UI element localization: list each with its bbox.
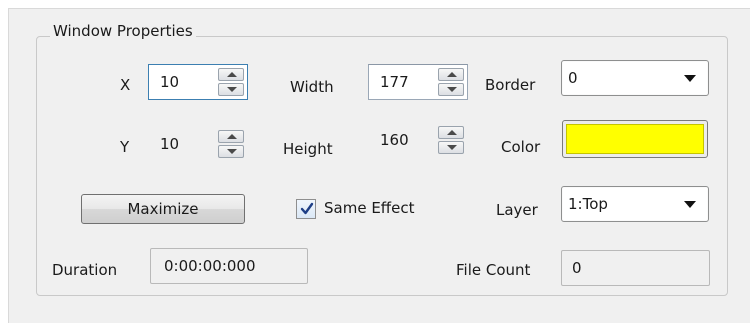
group-title: Window Properties	[50, 22, 196, 40]
duration-label: Duration	[52, 261, 118, 279]
y-spin-buttons	[218, 130, 244, 158]
border-dropdown[interactable]: 0	[561, 60, 709, 96]
chevron-down-icon	[684, 201, 696, 208]
duration-value: 0:00:00:000	[164, 257, 256, 275]
color-picker-button[interactable]	[562, 120, 708, 158]
width-spin-buttons	[438, 68, 464, 96]
y-spinbox[interactable]: 10	[148, 126, 248, 162]
x-spinbox[interactable]: 10	[148, 64, 248, 100]
spin-down-icon[interactable]	[438, 83, 464, 96]
same-effect-label[interactable]: Same Effect	[324, 199, 415, 217]
color-label: Color	[501, 138, 541, 156]
layer-dropdown[interactable]: 1:Top	[561, 186, 709, 222]
layer-value: 1:Top	[568, 195, 608, 213]
spin-up-icon[interactable]	[438, 68, 464, 81]
spin-down-icon[interactable]	[218, 145, 244, 158]
spin-up-icon[interactable]	[218, 130, 244, 143]
file-count-label: File Count	[456, 261, 531, 279]
spin-down-icon[interactable]	[218, 83, 244, 96]
duration-field: 0:00:00:000	[150, 248, 308, 284]
width-label: Width	[290, 78, 334, 96]
height-spin-buttons	[438, 126, 464, 154]
height-label: Height	[283, 140, 333, 158]
file-count-value: 0	[572, 259, 582, 277]
x-value: 10	[160, 73, 180, 91]
y-value: 10	[160, 135, 180, 153]
height-spinbox[interactable]: 160	[368, 122, 468, 158]
border-value: 0	[568, 69, 578, 87]
chevron-down-icon	[684, 75, 696, 82]
width-value: 177	[380, 73, 409, 91]
x-spin-buttons	[218, 68, 244, 96]
y-label: Y	[120, 138, 130, 156]
spin-up-icon[interactable]	[438, 126, 464, 139]
file-count-field: 0	[561, 250, 710, 286]
border-label: Border	[485, 76, 536, 94]
color-swatch	[566, 124, 704, 154]
maximize-button[interactable]: Maximize	[81, 194, 245, 224]
spin-down-icon[interactable]	[438, 141, 464, 154]
height-value: 160	[380, 131, 409, 149]
checkmark-icon	[300, 202, 314, 215]
x-label: X	[120, 76, 131, 94]
spin-up-icon[interactable]	[218, 68, 244, 81]
layer-label: Layer	[496, 201, 538, 219]
width-spinbox[interactable]: 177	[368, 64, 468, 100]
same-effect-checkbox[interactable]	[296, 199, 316, 219]
